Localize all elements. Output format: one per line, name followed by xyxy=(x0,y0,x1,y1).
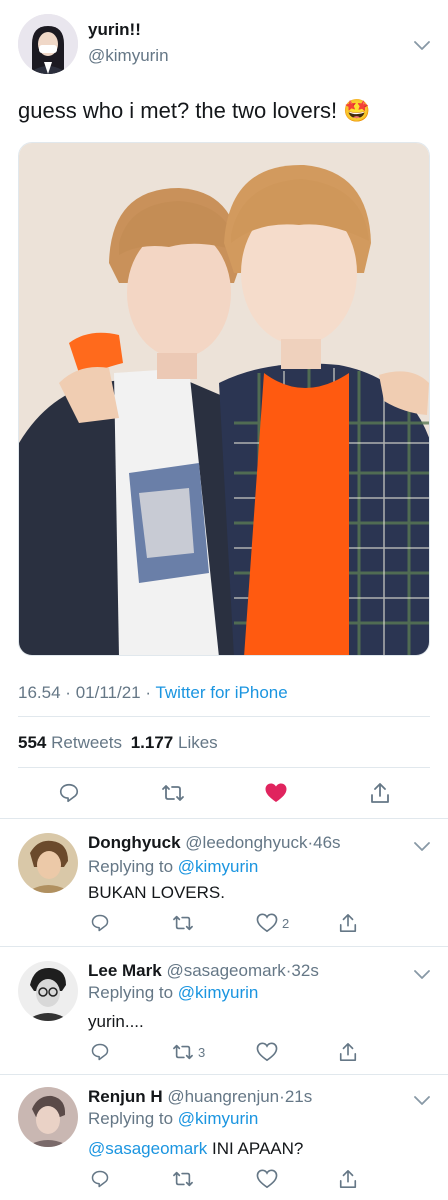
chevron-down-icon[interactable] xyxy=(414,1093,430,1111)
reply-button[interactable] xyxy=(90,1042,110,1062)
reply-icon xyxy=(91,1170,109,1188)
retweet-button[interactable] xyxy=(172,913,198,933)
share-icon xyxy=(339,1170,357,1188)
replying-to: Replying to @kimyurin xyxy=(88,1109,258,1129)
avatar[interactable] xyxy=(18,961,78,1021)
tweet-text-body: guess who i met? the two lovers! xyxy=(18,98,338,123)
like-button[interactable] xyxy=(264,782,288,809)
star-struck-emoji: 🤩 xyxy=(343,98,371,123)
chevron-down-icon[interactable] xyxy=(414,839,430,857)
author-avatar[interactable] xyxy=(18,14,78,74)
reply-header: Renjun H @huangrenjun·21s xyxy=(88,1087,312,1107)
author-name[interactable]: yurin!! xyxy=(88,20,141,40)
like-count: 2 xyxy=(282,915,290,931)
replying-to-link[interactable]: @kimyurin xyxy=(178,1109,259,1128)
likes-label: Likes xyxy=(178,733,218,752)
meta-separator: · xyxy=(145,683,152,702)
chevron-down-icon[interactable] xyxy=(414,967,430,985)
reply-button[interactable] xyxy=(58,782,80,809)
reply-item[interactable]: Renjun H @huangrenjun·21s Replying to @k… xyxy=(0,1075,448,1200)
retweet-button[interactable] xyxy=(172,1169,198,1189)
divider xyxy=(18,767,430,768)
reply-handle[interactable]: @leedonghyuck xyxy=(185,833,307,852)
meta-separator: · xyxy=(65,683,71,702)
retweet-button[interactable]: 3 xyxy=(172,1042,205,1062)
reply-name[interactable]: Renjun H xyxy=(88,1087,163,1106)
reply-handle[interactable]: @sasageomark xyxy=(166,961,285,980)
share-icon xyxy=(339,914,357,933)
likes-stat[interactable]: 1.177 Likes xyxy=(131,733,218,752)
heart-outline-icon xyxy=(256,913,278,933)
reply-item[interactable]: Donghyuck @leedonghyuck·46s Replying to … xyxy=(0,819,448,946)
replying-to-link[interactable]: @kimyurin xyxy=(178,857,259,876)
likes-count: 1.177 xyxy=(130,733,174,752)
reply-button[interactable] xyxy=(90,1169,110,1189)
retweet-icon xyxy=(173,1044,193,1060)
tweet-stats: 554 Retweets 1.177 Likes xyxy=(18,733,218,753)
reply-name[interactable]: Lee Mark xyxy=(88,961,162,980)
tweet-photo[interactable] xyxy=(18,142,430,656)
tweet-time: 16.54 xyxy=(18,683,61,702)
reply-text: @sasageomark INI APAAN? xyxy=(88,1139,303,1159)
heart-outline-icon xyxy=(256,1169,278,1189)
share-button[interactable] xyxy=(338,1041,358,1063)
replying-prefix: Replying to xyxy=(88,857,174,876)
reply-icon xyxy=(59,783,79,803)
heart-outline-icon xyxy=(256,1042,278,1062)
share-button[interactable] xyxy=(338,912,358,934)
reply-icon xyxy=(91,914,109,932)
like-button[interactable] xyxy=(256,1169,282,1189)
divider xyxy=(18,716,430,717)
replying-to-link[interactable]: @kimyurin xyxy=(178,983,259,1002)
like-button[interactable] xyxy=(256,1042,282,1062)
replying-to: Replying to @kimyurin xyxy=(88,983,258,1003)
reply-time: 46s xyxy=(313,833,341,852)
chevron-down-icon[interactable] xyxy=(414,38,430,56)
avatar[interactable] xyxy=(18,1087,78,1147)
reply-item[interactable]: Lee Mark @sasageomark·32s Replying to @k… xyxy=(0,947,448,1074)
tweet-meta: 16.54 · 01/11/21 · Twitter for iPhone xyxy=(18,683,288,703)
replying-prefix: Replying to xyxy=(88,983,174,1002)
tweet-source-link[interactable]: Twitter for iPhone xyxy=(155,683,287,702)
reply-text: yurin.... xyxy=(88,1012,144,1031)
avatar[interactable] xyxy=(18,833,78,893)
author-handle[interactable]: @kimyurin xyxy=(88,46,169,66)
heart-icon xyxy=(265,783,287,802)
tweet-text: guess who i met? the two lovers! 🤩 xyxy=(18,98,371,124)
like-button[interactable]: 2 xyxy=(256,913,289,933)
reply-icon xyxy=(91,1043,109,1061)
replying-to: Replying to @kimyurin xyxy=(88,857,258,877)
retweet-count: 3 xyxy=(198,1044,206,1060)
reply-text-body: INI APAAN? xyxy=(212,1139,304,1158)
mention-link[interactable]: @sasageomark xyxy=(88,1139,207,1158)
reply-header: Donghyuck @leedonghyuck·46s xyxy=(88,833,341,853)
retweets-label: Retweets xyxy=(51,733,122,752)
retweets-stat[interactable]: 554 Retweets xyxy=(18,733,127,752)
retweets-count: 554 xyxy=(18,733,47,752)
tweet-date: 01/11/21 xyxy=(75,683,141,702)
share-icon xyxy=(339,1043,357,1061)
reply-button[interactable] xyxy=(90,913,110,933)
share-button[interactable] xyxy=(369,781,391,810)
share-icon xyxy=(371,783,389,803)
reply-text: BUKAN LOVERS. xyxy=(88,883,225,902)
retweet-icon xyxy=(173,915,193,931)
retweet-button[interactable] xyxy=(161,782,185,809)
reply-header: Lee Mark @sasageomark·32s xyxy=(88,961,319,981)
retweet-icon xyxy=(173,1171,193,1187)
reply-time: 21s xyxy=(284,1087,313,1106)
reply-time: 32s xyxy=(291,961,319,980)
share-button[interactable] xyxy=(338,1168,358,1190)
reply-name[interactable]: Donghyuck xyxy=(88,833,181,852)
reply-handle[interactable]: @huangrenjun xyxy=(167,1087,279,1106)
retweet-icon xyxy=(162,785,184,801)
replying-prefix: Replying to xyxy=(88,1109,174,1128)
